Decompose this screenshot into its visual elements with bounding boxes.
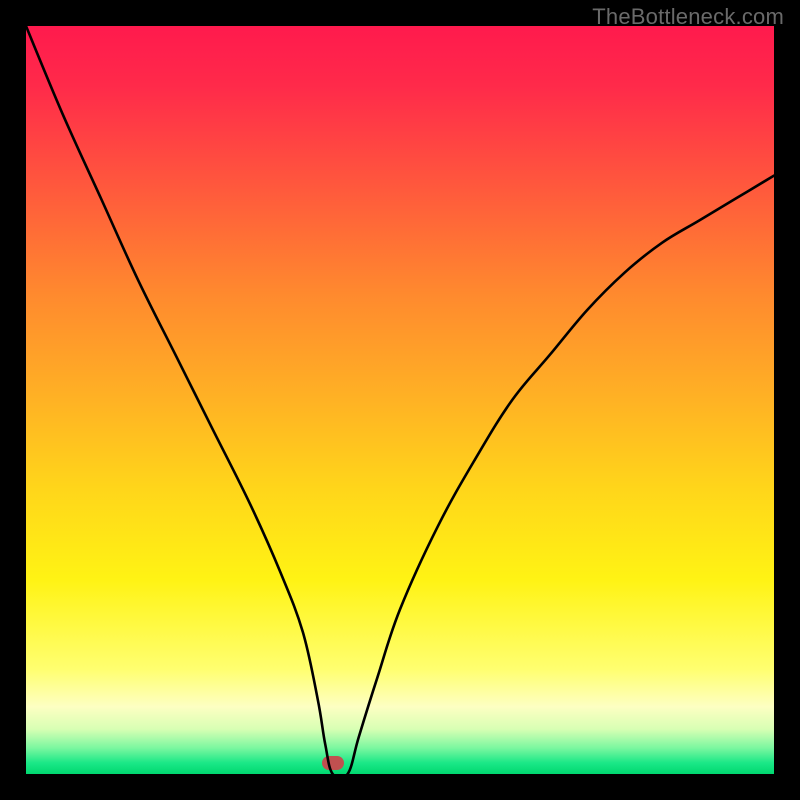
watermark-text: TheBottleneck.com (592, 4, 784, 30)
plot-area (26, 26, 774, 774)
chart-frame: TheBottleneck.com (0, 0, 800, 800)
bottleneck-curve (26, 26, 774, 774)
